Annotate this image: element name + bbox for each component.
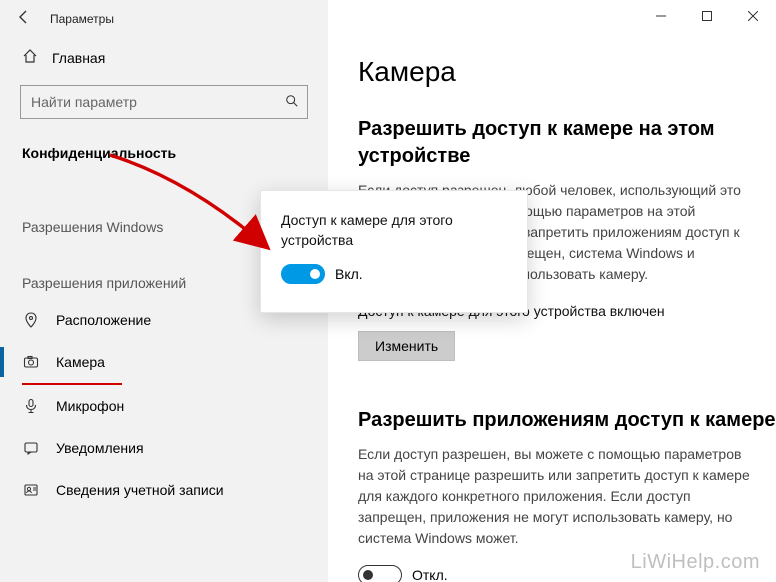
sidebar-item-label: Сведения учетной записи: [56, 482, 224, 498]
section-allow-device-title: Разрешить доступ к камере на этом устрой…: [358, 116, 776, 170]
search-input[interactable]: [20, 85, 308, 119]
sidebar-item-camera[interactable]: Камера: [0, 341, 328, 383]
apps-access-toggle[interactable]: [358, 565, 402, 582]
microphone-icon: [22, 398, 40, 414]
back-button[interactable]: [8, 9, 40, 30]
search-icon: [285, 94, 299, 111]
device-access-toggle[interactable]: [281, 264, 325, 284]
page-title: Камера: [358, 56, 776, 88]
camera-icon: [22, 354, 40, 370]
device-access-popup: Доступ к камере для этого устройства Вкл…: [260, 190, 528, 313]
maximize-button[interactable]: [684, 0, 730, 32]
sidebar-item-label: Микрофон: [56, 398, 124, 414]
change-button[interactable]: Изменить: [358, 331, 455, 361]
location-icon: [22, 312, 40, 328]
window-controls: [638, 0, 776, 32]
section-allow-apps-title: Разрешить приложениям доступ к камере: [358, 407, 776, 434]
minimize-button[interactable]: [638, 0, 684, 32]
sidebar-item-account-info[interactable]: Сведения учетной записи: [0, 469, 328, 511]
popup-title: Доступ к камере для этого устройства: [281, 211, 507, 250]
search-field[interactable]: [31, 94, 285, 110]
close-button[interactable]: [730, 0, 776, 32]
notifications-icon: [22, 440, 40, 456]
window-title: Параметры: [50, 12, 114, 26]
watermark: LiWiHelp.com: [631, 551, 760, 574]
sidebar-item-microphone[interactable]: Микрофон: [0, 385, 328, 427]
sidebar-section-privacy: Конфиденциальность: [0, 137, 328, 169]
sidebar-item-label: Уведомления: [56, 440, 144, 456]
home-icon: [22, 48, 38, 67]
sidebar-item-label: Камера: [56, 354, 105, 370]
sidebar-item-notifications[interactable]: Уведомления: [0, 427, 328, 469]
device-access-toggle-label: Вкл.: [335, 266, 363, 282]
section-allow-apps-body: Если доступ разрешен, вы можете с помощь…: [358, 444, 758, 549]
apps-access-toggle-label: Откл.: [412, 567, 448, 582]
sidebar-item-label: Расположение: [56, 312, 151, 328]
home-label: Главная: [52, 50, 105, 66]
account-info-icon: [22, 482, 40, 498]
sidebar-item-home[interactable]: Главная: [0, 38, 328, 75]
